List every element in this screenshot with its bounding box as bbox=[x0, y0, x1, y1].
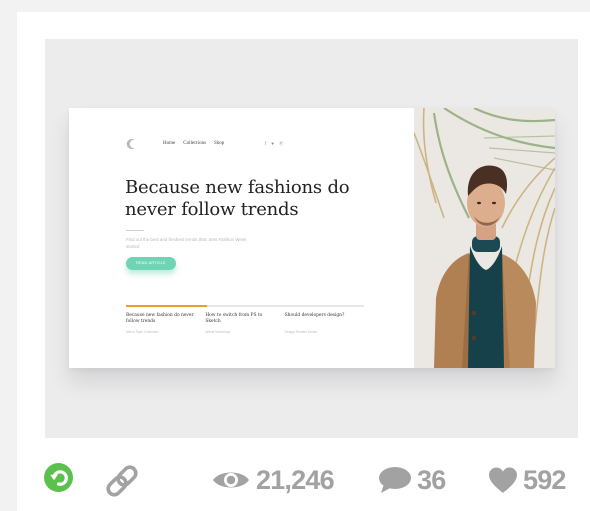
article-item: Should developers design? Design Related… bbox=[285, 313, 364, 334]
model-illustration bbox=[414, 108, 555, 368]
article-progress-bar bbox=[126, 305, 364, 307]
article-title: Should developers design? bbox=[284, 313, 345, 318]
logo-icon bbox=[126, 139, 135, 149]
article-item: How to switch from PS to Sketch Article … bbox=[205, 313, 284, 334]
social-links: f ♥ Ⓟ bbox=[265, 141, 283, 147]
comments-stat[interactable]: 36 bbox=[378, 464, 446, 495]
undo-icon[interactable] bbox=[44, 463, 73, 492]
nav-item-shop: Shop bbox=[214, 141, 225, 146]
article-meta: Men's Style Collection bbox=[126, 330, 159, 334]
landing-content: Home Collections Shop f ♥ Ⓟ Because new … bbox=[69, 108, 414, 368]
likes-stat[interactable]: 592 bbox=[488, 464, 566, 495]
pinterest-icon: Ⓟ bbox=[278, 141, 284, 146]
shot-preview[interactable]: Home Collections Shop f ♥ Ⓟ Because new … bbox=[45, 39, 578, 438]
fashion-landing-page: Home Collections Shop f ♥ Ⓟ Because new … bbox=[69, 108, 555, 368]
article-meta: Design Related Article bbox=[284, 330, 318, 334]
heart-icon bbox=[489, 467, 517, 493]
comment-icon bbox=[379, 467, 411, 493]
nav-item-home: Home bbox=[163, 141, 176, 146]
article-meta: Article Workshop bbox=[205, 330, 231, 334]
shot-actions-bar: 21,246 36 592 bbox=[0, 448, 590, 511]
article-list: Because new fashion do never follow tren… bbox=[126, 313, 364, 334]
article-item: Because new fashion do never follow tren… bbox=[126, 313, 205, 334]
landing-subtext: Find out the best and freshest trends th… bbox=[126, 237, 247, 249]
progress-fill bbox=[126, 305, 207, 307]
read-article-button: READ ARTICLE bbox=[126, 257, 176, 270]
link-icon[interactable] bbox=[101, 460, 143, 502]
eye-icon bbox=[213, 472, 249, 488]
nav-item-collections: Collections bbox=[183, 141, 207, 146]
landing-nav: Home Collections Shop bbox=[163, 141, 224, 146]
article-title: How to switch from PS to Sketch bbox=[205, 313, 263, 324]
views-stat: 21,246 bbox=[211, 464, 335, 495]
page: Home Collections Shop f ♥ Ⓟ Because new … bbox=[0, 0, 590, 511]
article-title: Because new fashion do never follow tren… bbox=[126, 313, 194, 324]
views-count: 21,246 bbox=[256, 464, 335, 495]
twitter-icon: ♥ bbox=[271, 141, 274, 146]
landing-headline: Because new fashions do never follow tre… bbox=[125, 177, 350, 220]
likes-count: 592 bbox=[523, 464, 566, 495]
headline-rule bbox=[126, 230, 144, 231]
facebook-icon: f bbox=[265, 141, 267, 146]
model-photo bbox=[414, 108, 555, 368]
comments-count: 36 bbox=[417, 464, 446, 495]
